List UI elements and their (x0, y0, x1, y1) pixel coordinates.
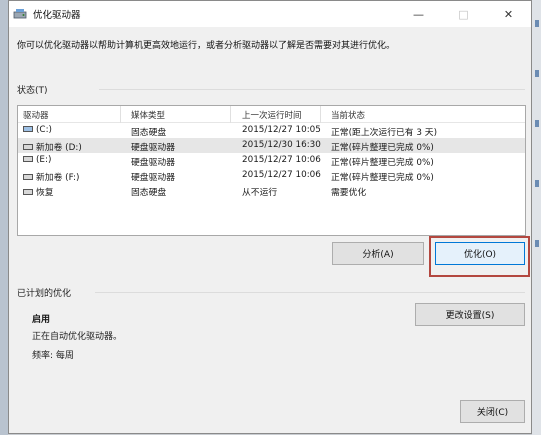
status-section-label: 状态(T) (17, 86, 48, 96)
table-row[interactable]: 新加卷 (D:) 硬盘驱动器 2015/12/30 16:30 正常(碎片整理已… (18, 138, 525, 153)
close-button[interactable]: 关闭(C) (460, 400, 525, 423)
description-text: 你可以优化驱动器以帮助计算机更高效地运行，或者分析驱动器以了解是否需要对其进行优… (17, 41, 396, 51)
window-title: 优化驱动器 (33, 10, 81, 21)
change-settings-button[interactable]: 更改设置(S) (415, 303, 525, 326)
drive-icon (23, 155, 33, 162)
desktop-background-right (532, 0, 541, 435)
desktop-icon-fragment (535, 20, 539, 27)
last-run-time: 2015/12/27 10:06 (242, 170, 321, 180)
drive-name: (C:) (36, 125, 52, 135)
minimize-button[interactable]: — (396, 1, 441, 27)
drive-icon (23, 173, 33, 180)
desktop-icon-fragment (535, 120, 539, 127)
last-run-time: 2015/12/27 10:06 (242, 155, 321, 165)
drive-name: (E:) (36, 155, 52, 165)
table-row[interactable]: 恢复 固态硬盘 从不运行 需要优化 (18, 183, 525, 198)
current-status: 正常(距上次运行已有 3 天) (331, 128, 438, 138)
maximize-button[interactable]: □ (441, 1, 486, 27)
desktop-icon-fragment (535, 240, 539, 247)
current-status: 正常(碎片整理已完成 0%) (331, 158, 434, 168)
close-window-button[interactable]: ✕ (486, 1, 531, 27)
media-type: 硬盘驱动器 (131, 143, 175, 153)
current-status: 正常(碎片整理已完成 0%) (331, 173, 434, 183)
table-header: 驱动器 媒体类型 上一次运行时间 当前状态 (18, 106, 525, 123)
schedule-detail: 正在自动优化驱动器。 (32, 332, 123, 342)
schedule-frequency: 频率: 每周 (32, 351, 74, 361)
column-divider[interactable] (230, 106, 231, 123)
table-row[interactable]: 新加卷 (F:) 硬盘驱动器 2015/12/27 10:06 正常(碎片整理已… (18, 168, 525, 183)
desktop-icon-fragment (535, 180, 539, 187)
drives-table[interactable]: 驱动器 媒体类型 上一次运行时间 当前状态 (C:) 固态硬盘 2015/12/… (17, 105, 526, 236)
last-run-time: 2015/12/30 16:30 (242, 140, 321, 150)
table-row[interactable]: (E:) 硬盘驱动器 2015/12/27 10:06 正常(碎片整理已完成 0… (18, 153, 525, 168)
last-run-time: 从不运行 (242, 188, 278, 198)
table-row[interactable]: (C:) 固态硬盘 2015/12/27 10:05 正常(距上次运行已有 3 … (18, 123, 525, 138)
optimize-drives-window: 优化驱动器 — □ ✕ 你可以优化驱动器以帮助计算机更高效地运行，或者分析驱动器… (8, 0, 532, 434)
status-separator (99, 89, 525, 90)
column-divider[interactable] (320, 106, 321, 123)
current-status: 需要优化 (331, 188, 367, 198)
column-header-last-run[interactable]: 上一次运行时间 (242, 109, 302, 121)
desktop-background-left (0, 0, 8, 435)
desktop-icon-fragment (535, 70, 539, 77)
system-drive-icon (23, 125, 33, 132)
last-run-time: 2015/12/27 10:05 (242, 125, 321, 135)
media-type: 固态硬盘 (131, 188, 167, 198)
drive-name: 恢复 (36, 188, 54, 198)
analyze-button[interactable]: 分析(A) (332, 242, 424, 265)
schedule-section-label: 已计划的优化 (17, 289, 72, 299)
current-status: 正常(碎片整理已完成 0%) (331, 143, 434, 153)
column-header-media-type[interactable]: 媒体类型 (131, 109, 165, 121)
window-controls: — □ ✕ (396, 1, 531, 27)
drive-name: 新加卷 (D:) (36, 143, 82, 153)
column-divider[interactable] (120, 106, 121, 123)
title-bar: 优化驱动器 — □ ✕ (9, 1, 531, 27)
schedule-separator (95, 292, 525, 293)
media-type: 固态硬盘 (131, 128, 167, 138)
column-header-drive[interactable]: 驱动器 (23, 109, 49, 121)
optimize-drives-app-icon (13, 9, 27, 19)
optimize-button[interactable]: 优化(O) (435, 242, 525, 265)
drive-icon (23, 188, 33, 195)
media-type: 硬盘驱动器 (131, 158, 175, 168)
drive-icon (23, 143, 33, 150)
drive-name: 新加卷 (F:) (36, 173, 80, 183)
column-header-current-status[interactable]: 当前状态 (331, 109, 365, 121)
media-type: 硬盘驱动器 (131, 173, 175, 183)
schedule-state: 启用 (32, 315, 51, 325)
